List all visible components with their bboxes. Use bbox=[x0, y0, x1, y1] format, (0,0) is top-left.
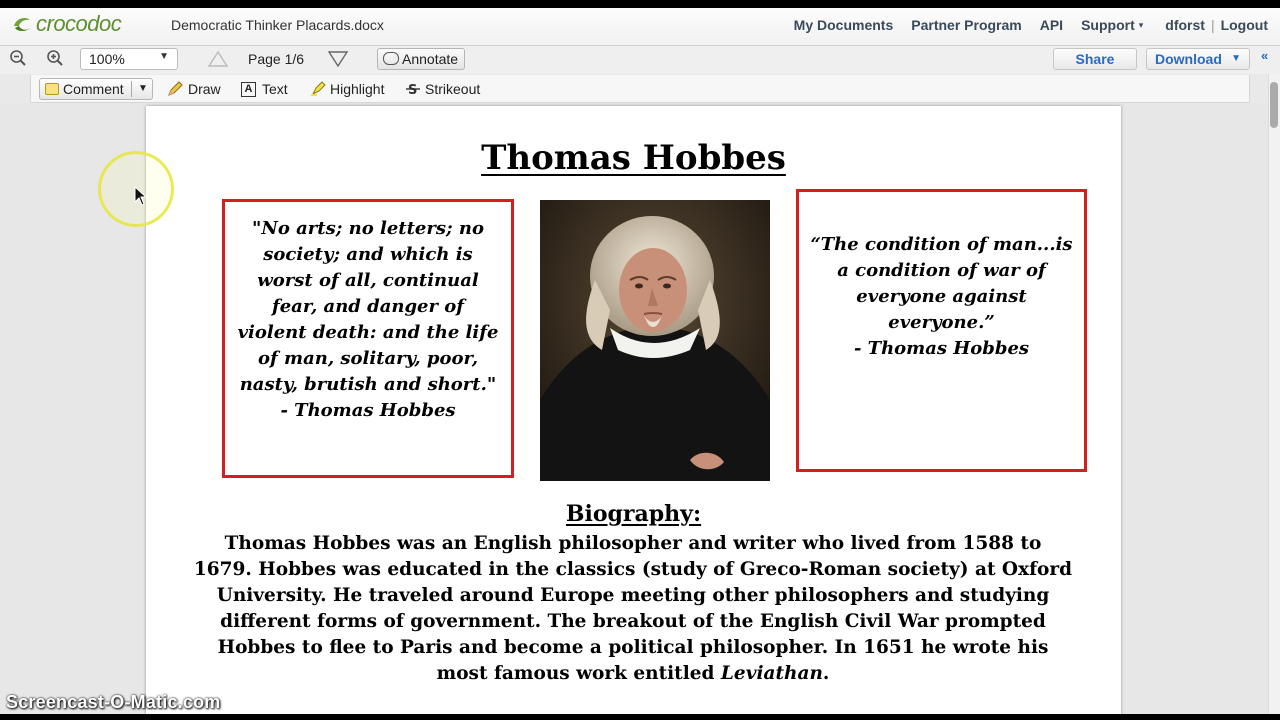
draw-tool-button[interactable]: Draw bbox=[167, 80, 221, 98]
pencil-icon bbox=[168, 81, 183, 96]
page-title: Thomas Hobbes bbox=[481, 138, 786, 178]
nav-separator: | bbox=[1210, 17, 1215, 33]
zoom-in-button[interactable] bbox=[45, 49, 65, 69]
text-label: Text bbox=[262, 81, 288, 97]
highlight-label: Highlight bbox=[330, 81, 385, 97]
highlight-tool-button[interactable]: Highlight bbox=[310, 80, 384, 98]
app-window: crocodoc Democratic Thinker Placards.doc… bbox=[0, 0, 1280, 720]
draw-label: Draw bbox=[188, 81, 221, 97]
vertical-scrollbar[interactable] bbox=[1268, 74, 1280, 720]
text-tool-button[interactable]: A Text bbox=[241, 80, 288, 98]
biography-heading: Biography: bbox=[565, 501, 702, 527]
annotate-button[interactable]: Annotate bbox=[377, 48, 465, 70]
biography-line: University. He traveled around Europe me… bbox=[216, 585, 1050, 606]
scrollbar-thumb[interactable] bbox=[1270, 82, 1278, 128]
screen-top-edge bbox=[0, 0, 1280, 8]
crocodoc-logo-icon bbox=[14, 18, 30, 31]
zoom-out-icon bbox=[10, 50, 26, 66]
biography-line-last: most famous work entitled Leviathan. bbox=[176, 661, 1090, 687]
strikeout-tool-button[interactable]: S Strikeout bbox=[405, 80, 480, 98]
nav-my-documents[interactable]: My Documents bbox=[794, 17, 894, 33]
comment-icon bbox=[45, 83, 59, 95]
zoom-select[interactable]: 100% ▼ bbox=[80, 48, 178, 70]
brand-name: crocodoc bbox=[36, 11, 122, 36]
speech-bubble-icon bbox=[383, 52, 399, 65]
strikeout-label: Strikeout bbox=[425, 81, 481, 97]
top-header: crocodoc Democratic Thinker Placards.doc… bbox=[0, 0, 1280, 46]
svg-text:S: S bbox=[408, 83, 417, 97]
biography-line: Thomas Hobbes was an English philosopher… bbox=[224, 533, 1042, 554]
nav-partner-program[interactable]: Partner Program bbox=[911, 17, 1021, 33]
screen-bottom-edge bbox=[0, 714, 1280, 720]
text-box-icon: A bbox=[241, 81, 256, 97]
strikeout-icon: S bbox=[406, 83, 420, 97]
zoom-value: 100% bbox=[89, 51, 125, 67]
split-divider bbox=[131, 81, 132, 97]
quote-text-left: "No arts; no letters; no society; and wh… bbox=[237, 218, 499, 421]
comment-label: Comment bbox=[63, 81, 124, 97]
biography-line: Hobbes to flee to Paris and become a pol… bbox=[217, 637, 1049, 658]
nav-support-label: Support bbox=[1081, 17, 1135, 33]
book-title: Leviathan bbox=[720, 663, 823, 684]
nav-logout[interactable]: Logout bbox=[1221, 17, 1268, 33]
chevron-down-icon: ▼ bbox=[1231, 53, 1241, 64]
biography-last-prefix: most famous work entitled bbox=[436, 663, 721, 684]
page-indicator: Page 1/6 bbox=[248, 51, 305, 67]
annotate-label: Annotate bbox=[402, 51, 459, 67]
biography-last-suffix: . bbox=[822, 663, 830, 684]
quote-text-right: “The condition of man...is a condition o… bbox=[810, 234, 1073, 359]
chevron-down-icon[interactable]: ▼ bbox=[138, 79, 148, 99]
zoom-out-button[interactable] bbox=[8, 49, 28, 69]
page-down-icon[interactable] bbox=[327, 50, 349, 68]
download-button[interactable]: Download ▼ bbox=[1146, 48, 1250, 70]
crocodoc-logo[interactable]: crocodoc bbox=[12, 11, 122, 36]
nav-user[interactable]: dforst bbox=[1165, 17, 1205, 33]
zoom-in-icon bbox=[47, 50, 63, 66]
nav-api[interactable]: API bbox=[1040, 17, 1063, 33]
highlighter-icon bbox=[311, 81, 326, 96]
page-up-icon[interactable] bbox=[207, 50, 229, 68]
quote-box-left: "No arts; no letters; no society; and wh… bbox=[222, 199, 514, 478]
comment-tool-button[interactable]: Comment ▼ bbox=[39, 78, 153, 100]
portrait-image bbox=[540, 200, 770, 481]
nav-support[interactable]: Support ▾ bbox=[1081, 17, 1143, 33]
quote-box-right: “The condition of man...is a condition o… bbox=[796, 189, 1087, 472]
biography-line: 1679. Hobbes was educated in the classic… bbox=[193, 559, 1073, 580]
top-nav: My Documents Partner Program API Support… bbox=[776, 17, 1268, 33]
document-title: Democratic Thinker Placards.docx bbox=[171, 17, 384, 33]
collapse-panel-button[interactable]: « bbox=[1261, 48, 1280, 70]
biography-text: Thomas Hobbes was an English philosopher… bbox=[176, 531, 1090, 687]
chevron-down-icon: ▾ bbox=[1138, 20, 1144, 30]
share-button[interactable]: Share bbox=[1053, 48, 1137, 70]
chevron-down-icon: ▼ bbox=[159, 51, 169, 62]
recording-watermark: Screencast-O-Matic.com bbox=[6, 692, 221, 712]
download-label: Download bbox=[1155, 51, 1222, 67]
cursor-icon bbox=[134, 186, 148, 206]
biography-line: different forms of government. The break… bbox=[220, 611, 1046, 632]
